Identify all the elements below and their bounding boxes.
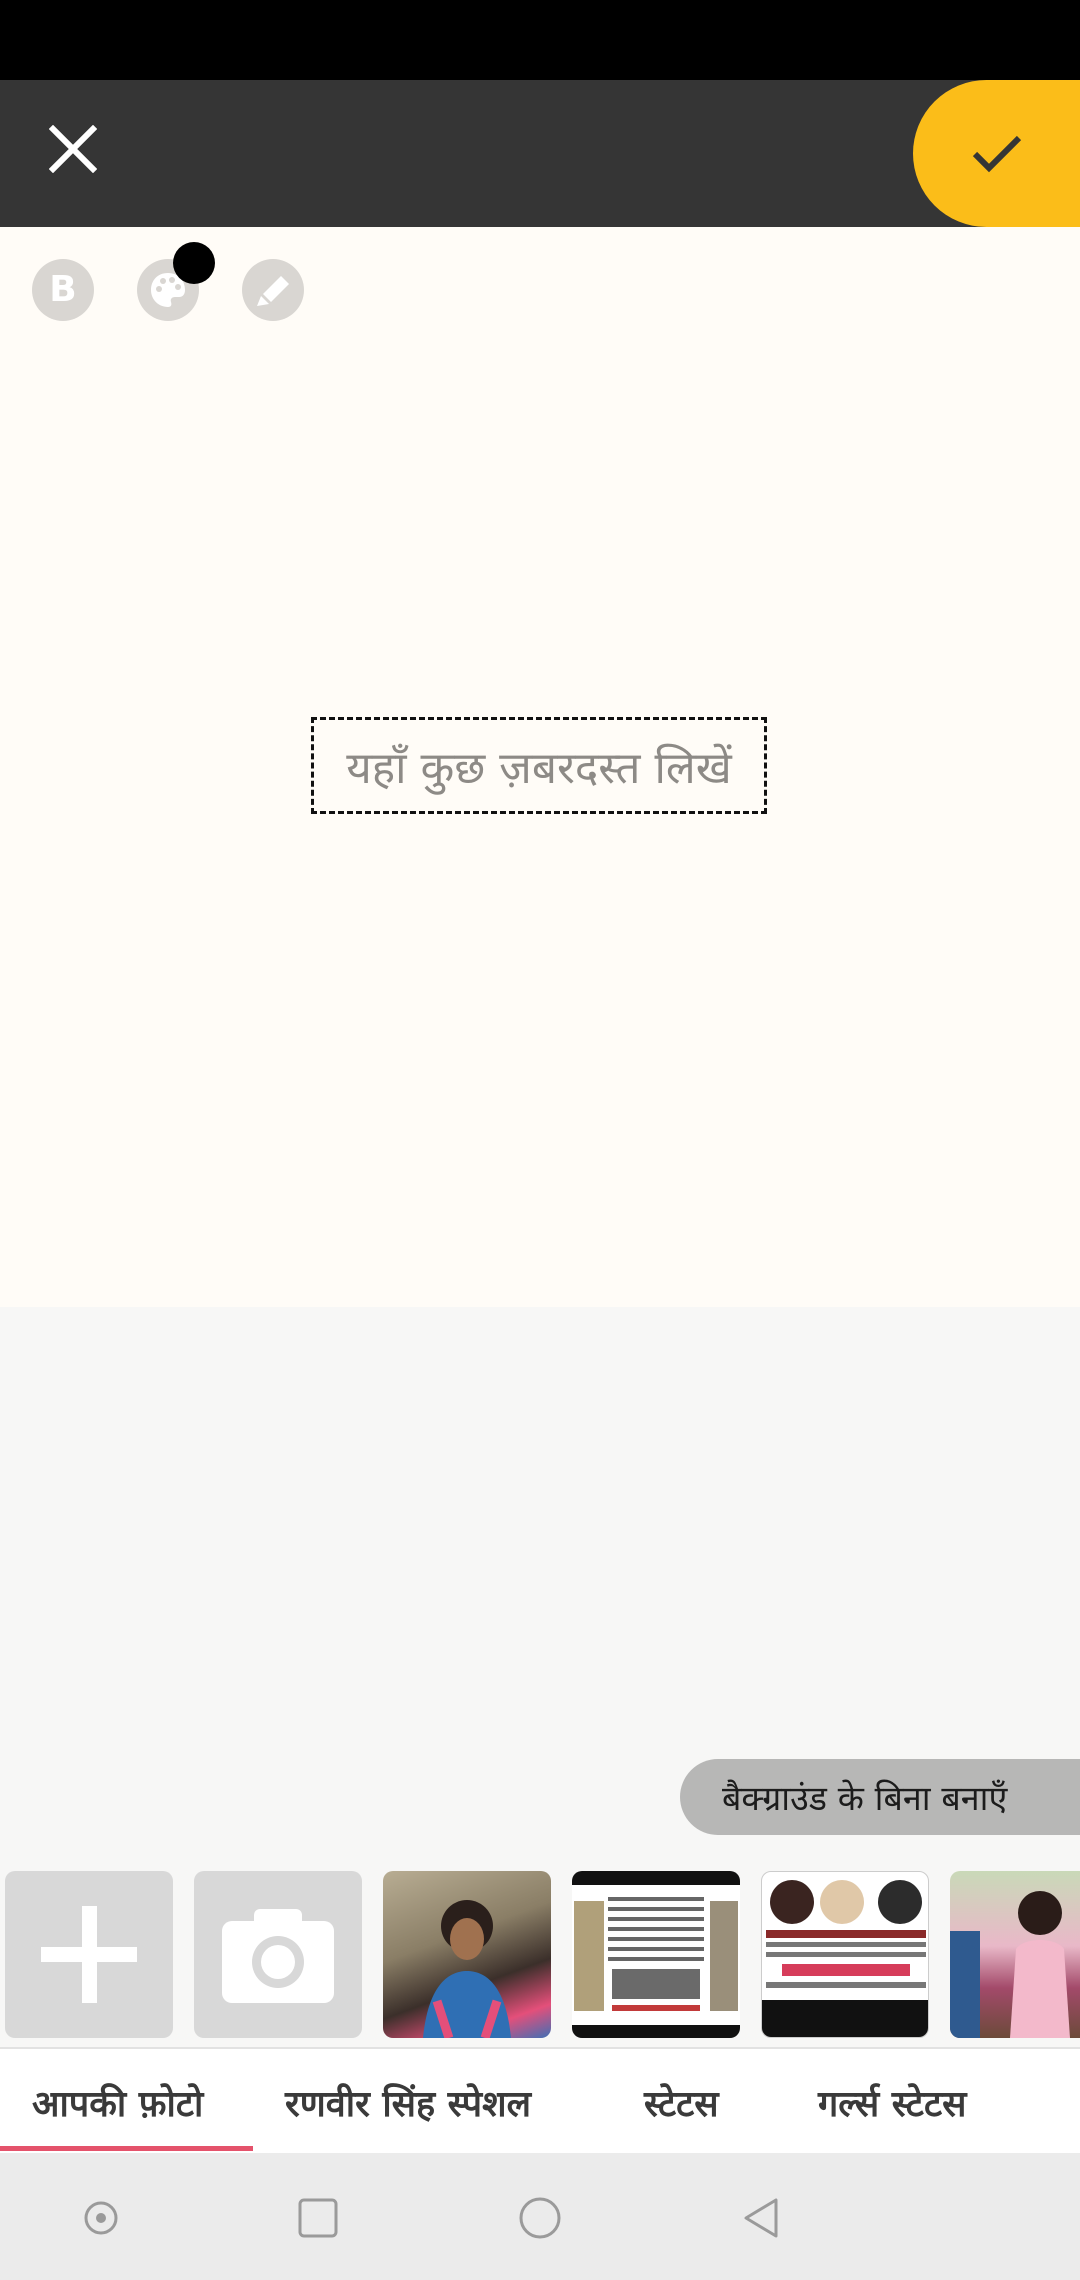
category-tabs: आपकी फ़ोटो रणवीर सिंह स्पेशल स्टेटस गर्ल… — [0, 2047, 1080, 2155]
bold-button[interactable]: B — [32, 259, 94, 321]
poster-photo — [762, 1880, 928, 2037]
tab-your-photos[interactable]: आपकी फ़ोटो — [32, 2049, 203, 2155]
add-photo-button[interactable] — [5, 1871, 173, 2038]
background-brush-button[interactable] — [242, 259, 304, 321]
text-input-box[interactable]: यहाँ कुछ ज़बरदस्त लिखें — [311, 717, 767, 814]
tab-label: गर्ल्स स्टेटस — [818, 2083, 967, 2125]
text-placeholder: यहाँ कुछ ज़बरदस्त लिखें — [346, 742, 732, 794]
tab-label: स्टेटस — [644, 2083, 719, 2125]
record-icon — [84, 2201, 118, 2235]
recents-button[interactable] — [290, 2190, 346, 2246]
check-icon — [972, 135, 1021, 172]
tab-status[interactable]: स्टेटस — [644, 2049, 719, 2155]
home-button[interactable] — [512, 2190, 568, 2246]
photo-thumbnail[interactable] — [761, 1871, 929, 2038]
close-icon — [49, 125, 97, 173]
text-poster-photo — [572, 1885, 740, 2025]
brush-icon — [257, 276, 289, 306]
photo-thumbnail[interactable] — [383, 1871, 551, 2038]
record-button[interactable] — [73, 2190, 129, 2246]
plus-icon — [41, 1906, 137, 2003]
back-button[interactable] — [734, 2190, 790, 2246]
tab-ranveer-singh-special[interactable]: रणवीर सिंह स्पेशल — [285, 2049, 531, 2155]
camera-button[interactable] — [194, 1871, 362, 2038]
create-without-background-button[interactable]: बैक्ग्राउंड के बिना बनाएँ — [680, 1759, 1080, 1835]
camera-icon — [222, 1909, 334, 2003]
done-button[interactable] — [913, 80, 1080, 227]
photo-thumbnail[interactable] — [950, 1871, 1080, 2038]
tab-label: आपकी फ़ोटो — [32, 2083, 204, 2125]
home-icon — [519, 2197, 561, 2239]
tab-girls-status[interactable]: गर्ल्स स्टेटस — [818, 2049, 966, 2155]
selected-tab-indicator — [0, 2146, 253, 2151]
photo-thumbnail[interactable] — [572, 1871, 740, 2038]
status-bar — [0, 0, 1080, 80]
person-photo — [423, 1900, 511, 2038]
person-photo — [950, 1891, 1070, 2038]
close-button[interactable] — [38, 114, 108, 184]
recents-icon — [298, 2198, 338, 2238]
create-without-background-label: बैक्ग्राउंड के बिना बनाएँ — [722, 1779, 1008, 1819]
selected-color-swatch — [173, 242, 215, 284]
tab-label: रणवीर सिंह स्पेशल — [285, 2083, 531, 2125]
bold-icon: B — [49, 269, 77, 310]
back-icon — [744, 2198, 778, 2238]
